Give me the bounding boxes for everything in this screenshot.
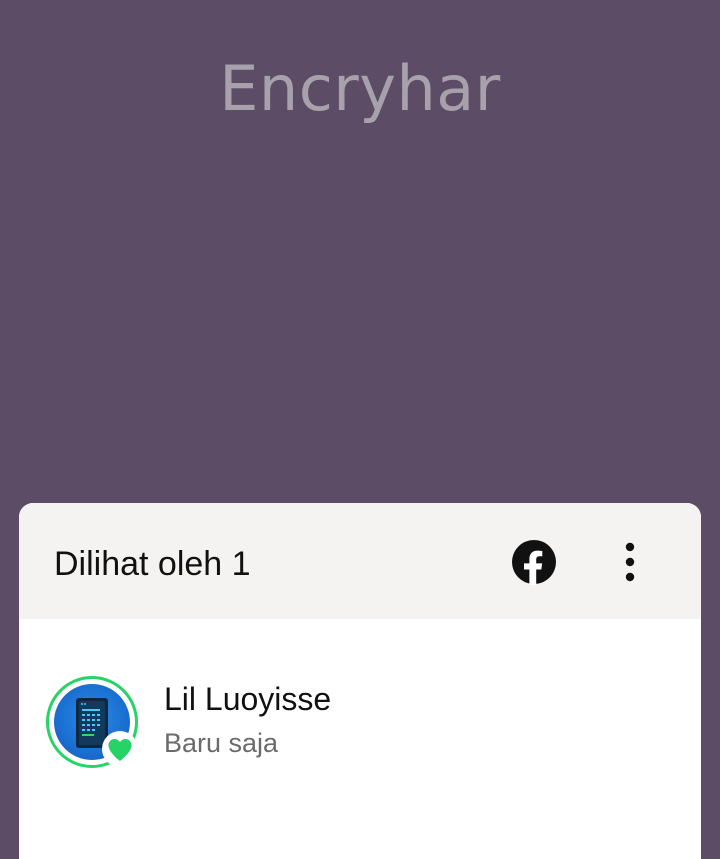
viewer-name: Lil Luoyisse — [164, 681, 332, 717]
more-vert-icon — [625, 542, 635, 582]
facebook-share-button[interactable] — [511, 539, 557, 585]
reaction-badge — [102, 731, 138, 767]
viewer-list-item[interactable]: Lil Luoyisse Baru saja — [19, 619, 701, 769]
viewed-by-sheet: Dilihat oleh 1 Lil Luoyisse Baru saja — [19, 503, 701, 859]
viewer-time: Baru saja — [164, 728, 279, 758]
status-text: Encryhar — [219, 52, 501, 125]
sheet-title: Dilihat oleh 1 — [54, 545, 251, 583]
heart-icon — [108, 739, 132, 761]
more-options-button[interactable] — [615, 540, 645, 584]
sheet-header: Dilihat oleh 1 — [19, 503, 701, 619]
avatar[interactable] — [46, 676, 138, 768]
facebook-icon — [512, 540, 556, 585]
